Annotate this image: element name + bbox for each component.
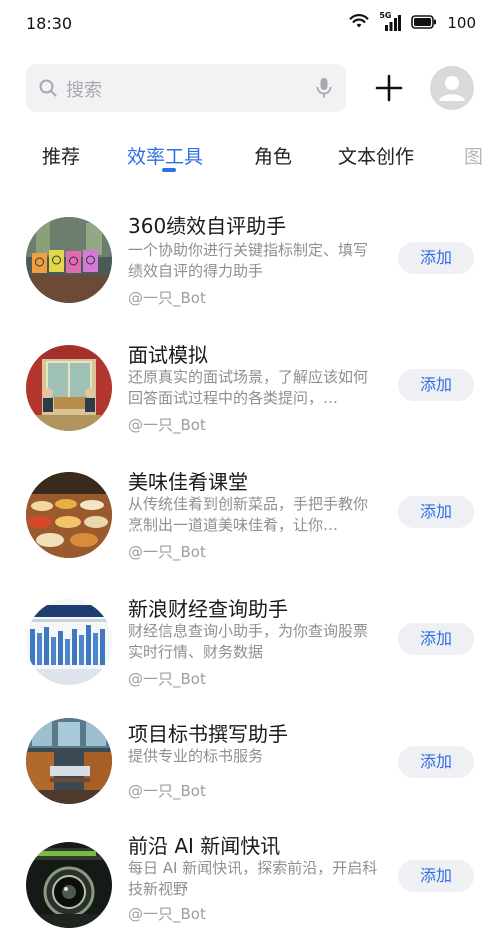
search-row: 搜索 (26, 64, 478, 114)
bot-description: 财经信息查询小助手，为你查询股票实时行情、财务数据 (128, 622, 369, 661)
bot-description: 提供专业的标书服务 (128, 747, 264, 765)
user-avatar-icon[interactable] (430, 66, 474, 110)
bot-title: 项目标书撰写助手 (128, 722, 288, 746)
add-button[interactable]: 添加 (398, 369, 474, 401)
add-button[interactable]: 添加 (398, 860, 474, 892)
cellular-signal-icon: 5G (379, 11, 402, 32)
bot-avatar-interview (26, 345, 112, 431)
bot-title: 面试模拟 (128, 343, 208, 367)
bot-title: 美味佳肴课堂 (128, 470, 248, 494)
bot-description: 从传统佳肴到创新菜品，手把手教你烹制出一道道美味佳肴，让你… (128, 495, 369, 534)
battery-icon (411, 14, 437, 33)
category-tabs: 推荐 效率工具 角色 文本创作 图 (0, 138, 500, 178)
status-time: 18:30 (26, 14, 73, 33)
bot-author: @一只_Bot (128, 543, 206, 561)
bot-description: 还原真实的面试场景，了解应该如何回答面试过程中的各类提问，… (128, 368, 369, 407)
bot-author: @一只_Bot (128, 905, 206, 923)
microphone-icon[interactable] (316, 77, 332, 103)
bot-avatar-ai-news (26, 842, 112, 928)
bot-author: @一只_Bot (128, 416, 206, 434)
tab-image[interactable]: 图 (464, 142, 483, 169)
bot-avatar-finance (26, 599, 112, 685)
bot-author: @一只_Bot (128, 289, 206, 307)
tab-recommend[interactable]: 推荐 (42, 142, 80, 169)
search-placeholder: 搜索 (66, 80, 102, 101)
status-indicators: 5G 100 (349, 11, 476, 34)
plus-icon[interactable] (373, 72, 405, 104)
add-button[interactable]: 添加 (398, 746, 474, 778)
bot-title: 新浪财经查询助手 (128, 597, 288, 621)
battery-percent: 100 (447, 14, 476, 32)
bot-title: 360绩效自评助手 (128, 214, 287, 238)
bot-avatar-tender (26, 718, 112, 804)
add-button[interactable]: 添加 (398, 496, 474, 528)
tab-efficiency-tools[interactable]: 效率工具 (127, 142, 203, 169)
bot-avatar-performance (26, 217, 112, 303)
bot-title: 前沿 AI 新闻快讯 (128, 834, 281, 858)
bot-author: @一只_Bot (128, 670, 206, 688)
search-input[interactable]: 搜索 (26, 64, 346, 112)
bot-store-screen: 18:30 5G 100 搜索 推荐 效率工具 角色 文本创作 图 360绩效自… (0, 0, 500, 933)
bot-description: 每日 AI 新闻快讯，探索前沿，开启科技新视野 (128, 859, 378, 898)
wifi-icon (349, 13, 369, 33)
status-bar: 18:30 5G 100 (0, 0, 500, 48)
tab-role[interactable]: 角色 (254, 142, 292, 169)
active-tab-indicator (162, 168, 176, 172)
bot-author: @一只_Bot (128, 782, 206, 800)
bot-avatar-cuisine (26, 472, 112, 558)
tab-text-creation[interactable]: 文本创作 (338, 142, 414, 169)
add-button[interactable]: 添加 (398, 242, 474, 274)
bot-description: 一个协助你进行关键指标制定、填写绩效自评的得力助手 (128, 241, 369, 280)
search-icon (38, 78, 58, 102)
add-button[interactable]: 添加 (398, 623, 474, 655)
